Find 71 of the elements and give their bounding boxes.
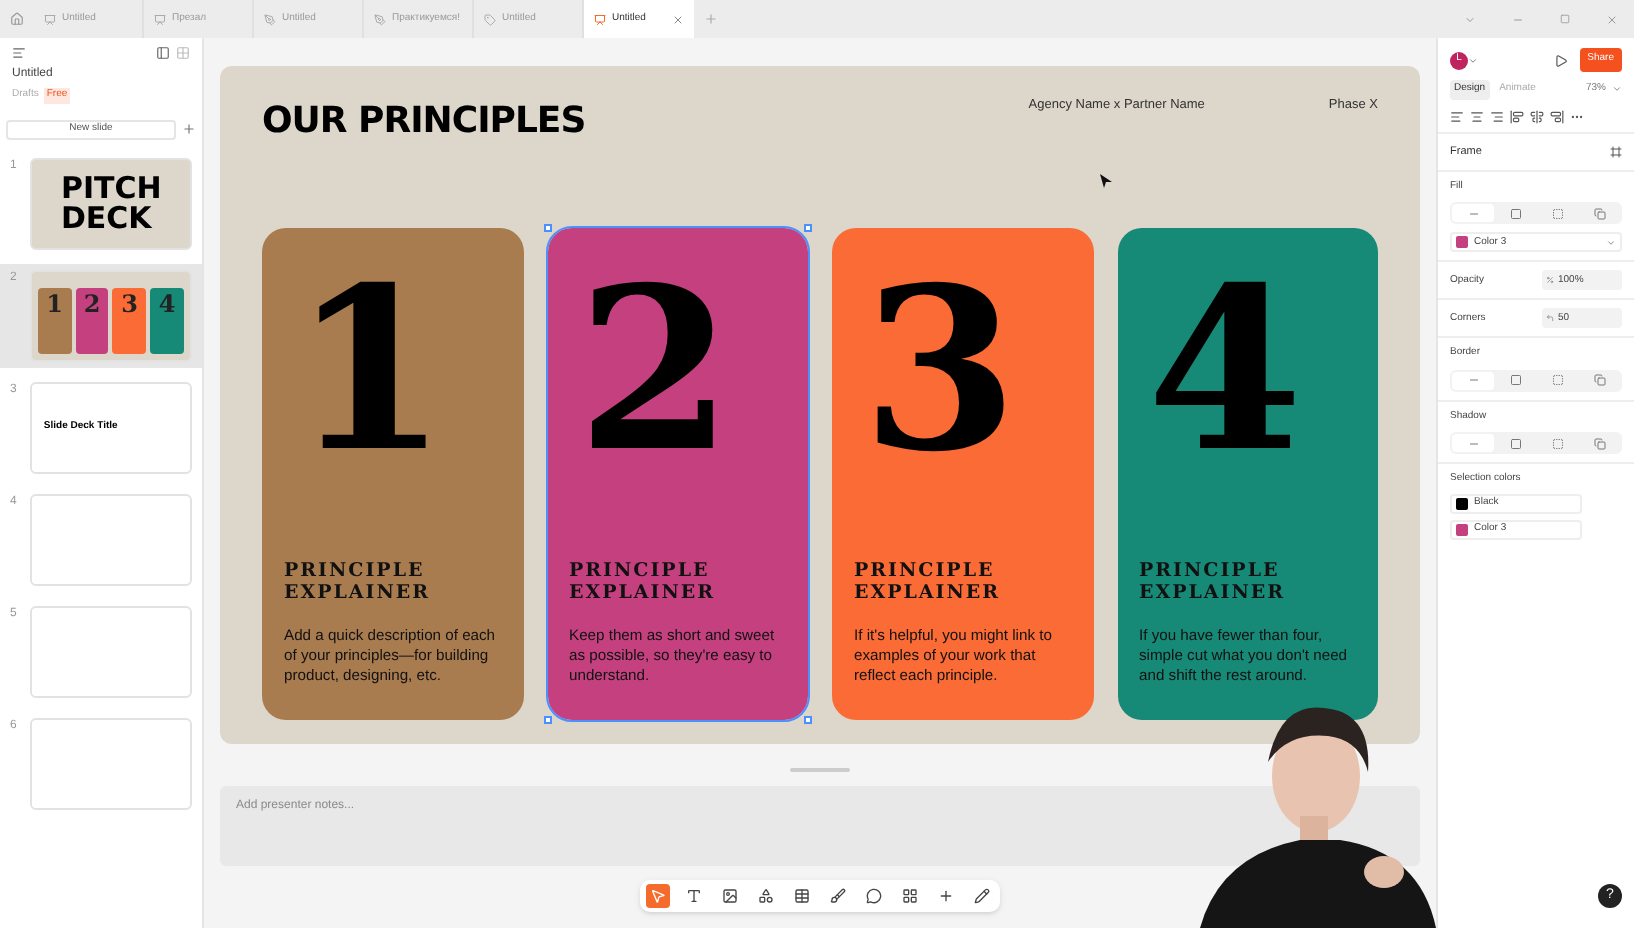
slide-thumbnail[interactable]: 1 2 3 4 <box>29 269 192 361</box>
home-icon[interactable] <box>10 12 24 26</box>
align-icon[interactable] <box>1470 109 1484 123</box>
components-icon[interactable] <box>898 884 922 908</box>
slide-thumbnail[interactable] <box>29 493 192 585</box>
presentation-icon <box>594 13 606 25</box>
chevron-icon[interactable] <box>1612 84 1622 95</box>
text-icon[interactable] <box>682 884 706 908</box>
align-icon[interactable] <box>1490 109 1504 123</box>
principle-number: 4 <box>1147 272 1305 472</box>
panel-icon[interactable] <box>156 46 170 60</box>
option-icon[interactable] <box>1509 374 1521 387</box>
pencil-icon[interactable] <box>970 884 994 908</box>
menu-icon[interactable] <box>12 46 26 60</box>
play-icon[interactable] <box>1553 53 1568 67</box>
align-icon[interactable] <box>1530 109 1544 123</box>
principle-number: 1 <box>292 272 450 472</box>
option-icon[interactable] <box>1467 374 1479 387</box>
align-icon[interactable] <box>1550 109 1564 123</box>
presentation-icon <box>44 13 56 25</box>
segmented-control[interactable] <box>1450 202 1622 225</box>
thumbnail-title: PITCH DECK <box>60 173 161 233</box>
maximize-icon[interactable] <box>1560 13 1570 23</box>
thumbnail-card: 2 <box>75 287 109 353</box>
thumbnail-card: 3 <box>112 287 147 353</box>
opacity-icon <box>1546 276 1554 285</box>
add-slide-icon[interactable] <box>182 122 196 136</box>
option-icon[interactable] <box>1593 374 1605 387</box>
segmented-control[interactable] <box>1450 369 1622 392</box>
pointer-icon[interactable] <box>646 884 670 908</box>
option-icon[interactable] <box>1593 207 1605 220</box>
principle-heading: PRINCIPLE EXPLAINER <box>1139 560 1288 604</box>
thumbnail-card: 4 <box>150 287 184 353</box>
chevron-icon <box>1606 237 1616 248</box>
option-icon[interactable] <box>1509 437 1521 450</box>
principle-heading: PRINCIPLE EXPLAINER <box>284 560 433 604</box>
table-icon[interactable] <box>790 884 814 908</box>
principle-heading: PRINCIPLE EXPLAINER <box>569 560 718 604</box>
cursor-icon <box>1100 174 1112 188</box>
image-icon[interactable] <box>718 884 742 908</box>
brush-icon[interactable] <box>826 884 850 908</box>
tag-icon <box>484 13 496 25</box>
chevron-icon[interactable] <box>1468 55 1478 65</box>
close-icon[interactable] <box>1606 13 1618 25</box>
slide-thumbnail[interactable] <box>29 605 192 697</box>
frame-icon[interactable] <box>1610 145 1622 158</box>
align-icon[interactable] <box>1450 109 1464 123</box>
slide-thumbnail[interactable]: PITCH DECK <box>29 157 192 249</box>
principle-number: 2 <box>577 272 735 472</box>
resize-handle[interactable] <box>804 716 812 724</box>
option-icon[interactable] <box>1593 437 1605 450</box>
presentation-icon <box>154 13 166 25</box>
principle-heading: PRINCIPLE EXPLAINER <box>854 560 1003 604</box>
resize-handle[interactable] <box>804 224 812 232</box>
option-icon[interactable] <box>1509 207 1521 220</box>
slide-title: OUR PRINCIPLES <box>262 98 586 146</box>
segmented-control[interactable] <box>1450 432 1622 455</box>
comment-icon[interactable] <box>862 884 886 908</box>
align-icon[interactable] <box>1510 109 1524 123</box>
close-icon[interactable] <box>672 13 684 25</box>
resize-handle[interactable] <box>543 224 551 232</box>
slide-thumbnail[interactable] <box>29 717 192 809</box>
pen-icon <box>264 13 276 25</box>
grid-icon[interactable] <box>176 46 190 60</box>
principle-number: 3 <box>862 272 1020 472</box>
thumbnail-card: 1 <box>37 287 72 353</box>
option-icon[interactable] <box>1467 437 1479 450</box>
pen-icon <box>374 13 386 25</box>
shapes-icon[interactable] <box>754 884 778 908</box>
resize-handle[interactable] <box>543 716 551 724</box>
option-icon[interactable] <box>1467 207 1479 220</box>
